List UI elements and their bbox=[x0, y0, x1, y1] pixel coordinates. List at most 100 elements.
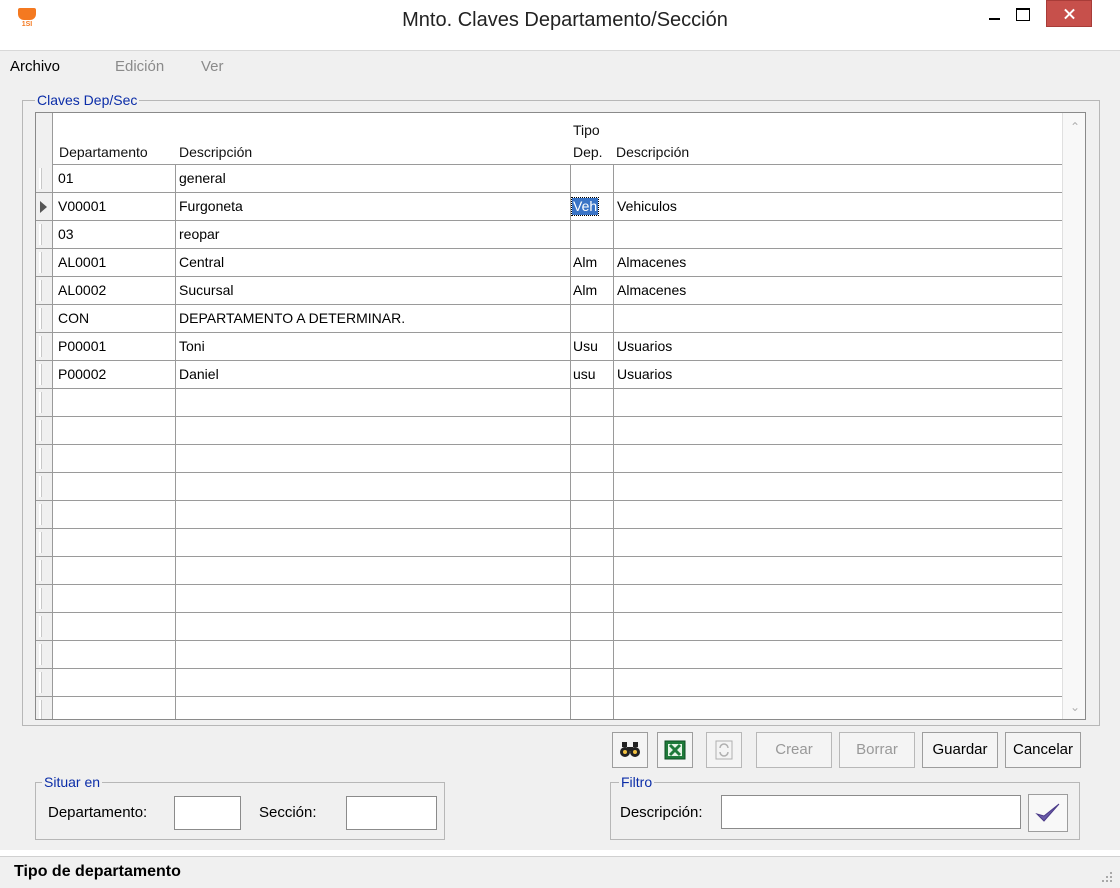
row-selector[interactable] bbox=[36, 697, 53, 719]
crear-button[interactable]: Crear bbox=[756, 732, 832, 768]
cell-tipo[interactable]: Alm bbox=[573, 282, 597, 299]
borrar-button[interactable]: Borrar bbox=[839, 732, 915, 768]
table-row[interactable]: P00002 Daniel usu Usuarios bbox=[36, 361, 1062, 389]
row-selector[interactable] bbox=[36, 585, 53, 612]
empty-table-row[interactable] bbox=[36, 669, 1062, 697]
cell-departamento[interactable]: P00001 bbox=[58, 338, 106, 355]
export-excel-button[interactable] bbox=[657, 732, 693, 768]
cell-departamento[interactable]: AL0002 bbox=[58, 282, 106, 299]
cell-descripcion[interactable]: DEPARTAMENTO A DETERMINAR. bbox=[179, 310, 405, 327]
row-selector[interactable] bbox=[36, 221, 53, 248]
cell-descripcion[interactable]: Sucursal bbox=[179, 282, 233, 299]
cell-tipo[interactable]: Alm bbox=[573, 254, 597, 271]
cell-tipo[interactable]: usu bbox=[573, 366, 596, 383]
row-selector[interactable] bbox=[36, 445, 53, 472]
row-selector[interactable] bbox=[36, 333, 53, 360]
apply-filter-button[interactable] bbox=[1028, 794, 1068, 832]
empty-table-row[interactable] bbox=[36, 641, 1062, 669]
header-departamento[interactable]: Departamento bbox=[59, 143, 148, 161]
cell-tipo-selected[interactable]: Veh bbox=[570, 197, 600, 216]
row-selector[interactable] bbox=[36, 613, 53, 640]
cell-tipo-descripcion: Vehiculos bbox=[617, 198, 677, 214]
empty-table-row[interactable] bbox=[36, 389, 1062, 417]
cell-departamento[interactable]: CON bbox=[58, 310, 89, 327]
cell-departamento[interactable]: AL0001 bbox=[58, 254, 106, 271]
cell-departamento[interactable]: 03 bbox=[58, 226, 74, 243]
row-selector[interactable] bbox=[36, 473, 53, 500]
table-row[interactable]: P00001 Toni Usu Usuarios bbox=[36, 333, 1062, 361]
situar-seccion-input[interactable] bbox=[346, 796, 437, 830]
filtro-descripcion-label: Descripción: bbox=[620, 804, 703, 821]
cell-tipo[interactable]: Usu bbox=[573, 338, 598, 355]
empty-table-row[interactable] bbox=[36, 417, 1062, 445]
guardar-button[interactable]: Guardar bbox=[922, 732, 998, 768]
cell-descripcion[interactable]: Toni bbox=[179, 338, 205, 355]
empty-table-row[interactable] bbox=[36, 501, 1062, 529]
situar-group-legend: Situar en bbox=[42, 774, 103, 790]
header-tipo[interactable]: Tipo bbox=[573, 121, 600, 139]
scroll-up-icon[interactable]: ⌃ bbox=[1069, 121, 1081, 133]
table-row[interactable]: AL0001 Central Alm Almacenes bbox=[36, 249, 1062, 277]
empty-table-row[interactable] bbox=[36, 585, 1062, 613]
excel-icon bbox=[664, 740, 686, 760]
cell-tipo-descripcion: Almacenes bbox=[617, 282, 687, 298]
row-selector[interactable] bbox=[36, 389, 53, 416]
filtro-descripcion-input[interactable] bbox=[721, 795, 1021, 829]
status-text: Tipo de departamento bbox=[14, 863, 181, 880]
resize-grip-icon[interactable] bbox=[1102, 872, 1114, 884]
window-title: Mnto. Claves Departamento/Sección bbox=[402, 9, 728, 31]
minimize-button[interactable] bbox=[982, 0, 1008, 30]
cell-departamento[interactable]: V00001 bbox=[58, 198, 106, 215]
menu-ver[interactable]: Ver bbox=[201, 58, 224, 75]
refresh-button[interactable] bbox=[706, 732, 742, 768]
situar-departamento-label: Departamento: bbox=[48, 804, 148, 821]
row-selector[interactable] bbox=[36, 529, 53, 556]
current-row-arrow-icon bbox=[40, 201, 47, 213]
cell-descripcion[interactable]: reopar bbox=[179, 226, 219, 243]
cell-descripcion[interactable]: Central bbox=[179, 254, 224, 271]
header-descripcion-tipo[interactable]: Descripción bbox=[616, 143, 689, 161]
scroll-down-icon[interactable]: ⌄ bbox=[1069, 701, 1081, 713]
cell-departamento[interactable]: 01 bbox=[58, 170, 74, 187]
table-row[interactable]: 03 reopar bbox=[36, 221, 1062, 249]
row-selector[interactable] bbox=[36, 641, 53, 668]
cell-descripcion[interactable]: general bbox=[179, 170, 226, 187]
cell-tipo-descripcion: Usuarios bbox=[617, 366, 673, 382]
find-button[interactable] bbox=[612, 732, 648, 768]
empty-table-row[interactable] bbox=[36, 529, 1062, 557]
empty-table-row[interactable] bbox=[36, 445, 1062, 473]
table-row[interactable]: AL0002 Sucursal Alm Almacenes bbox=[36, 277, 1062, 305]
cell-departamento[interactable]: P00002 bbox=[58, 366, 106, 383]
table-row[interactable]: CON DEPARTAMENTO A DETERMINAR. bbox=[36, 305, 1062, 333]
empty-table-row[interactable] bbox=[36, 473, 1062, 501]
cell-descripcion[interactable]: Daniel bbox=[179, 366, 219, 383]
table-row-current[interactable]: V00001 Furgoneta Veh Vehiculos bbox=[36, 193, 1062, 221]
empty-table-row[interactable] bbox=[36, 557, 1062, 585]
cancelar-button[interactable]: Cancelar bbox=[1005, 732, 1081, 768]
row-selector[interactable] bbox=[36, 193, 53, 220]
maximize-button[interactable] bbox=[1010, 0, 1036, 30]
row-selector[interactable] bbox=[36, 305, 53, 332]
close-button[interactable] bbox=[1046, 0, 1092, 27]
situar-departamento-input[interactable] bbox=[174, 796, 241, 830]
status-bar: Tipo de departamento bbox=[0, 856, 1120, 888]
row-selector[interactable] bbox=[36, 165, 53, 192]
row-selector[interactable] bbox=[36, 417, 53, 444]
empty-table-row[interactable] bbox=[36, 613, 1062, 641]
header-descripcion[interactable]: Descripción bbox=[179, 143, 252, 161]
row-selector[interactable] bbox=[36, 249, 53, 276]
menu-archivo[interactable]: Archivo bbox=[10, 58, 60, 75]
menu-edicion[interactable]: Edición bbox=[115, 58, 164, 75]
row-selector[interactable] bbox=[36, 501, 53, 528]
table-row[interactable]: 01 general bbox=[36, 165, 1062, 193]
row-selector[interactable] bbox=[36, 361, 53, 388]
row-selector[interactable] bbox=[36, 277, 53, 304]
grid-vertical-scrollbar[interactable]: ⌃ ⌄ bbox=[1062, 113, 1085, 719]
claves-grid[interactable]: Departamento Descripción Tipo Dep. Descr… bbox=[35, 112, 1086, 720]
header-tipo-dep[interactable]: Dep. bbox=[573, 143, 603, 161]
row-selector[interactable] bbox=[36, 669, 53, 696]
empty-table-row[interactable] bbox=[36, 697, 1062, 719]
menu-bar: Archivo Edición Ver bbox=[0, 50, 1120, 82]
cell-descripcion[interactable]: Furgoneta bbox=[179, 198, 243, 215]
row-selector[interactable] bbox=[36, 557, 53, 584]
